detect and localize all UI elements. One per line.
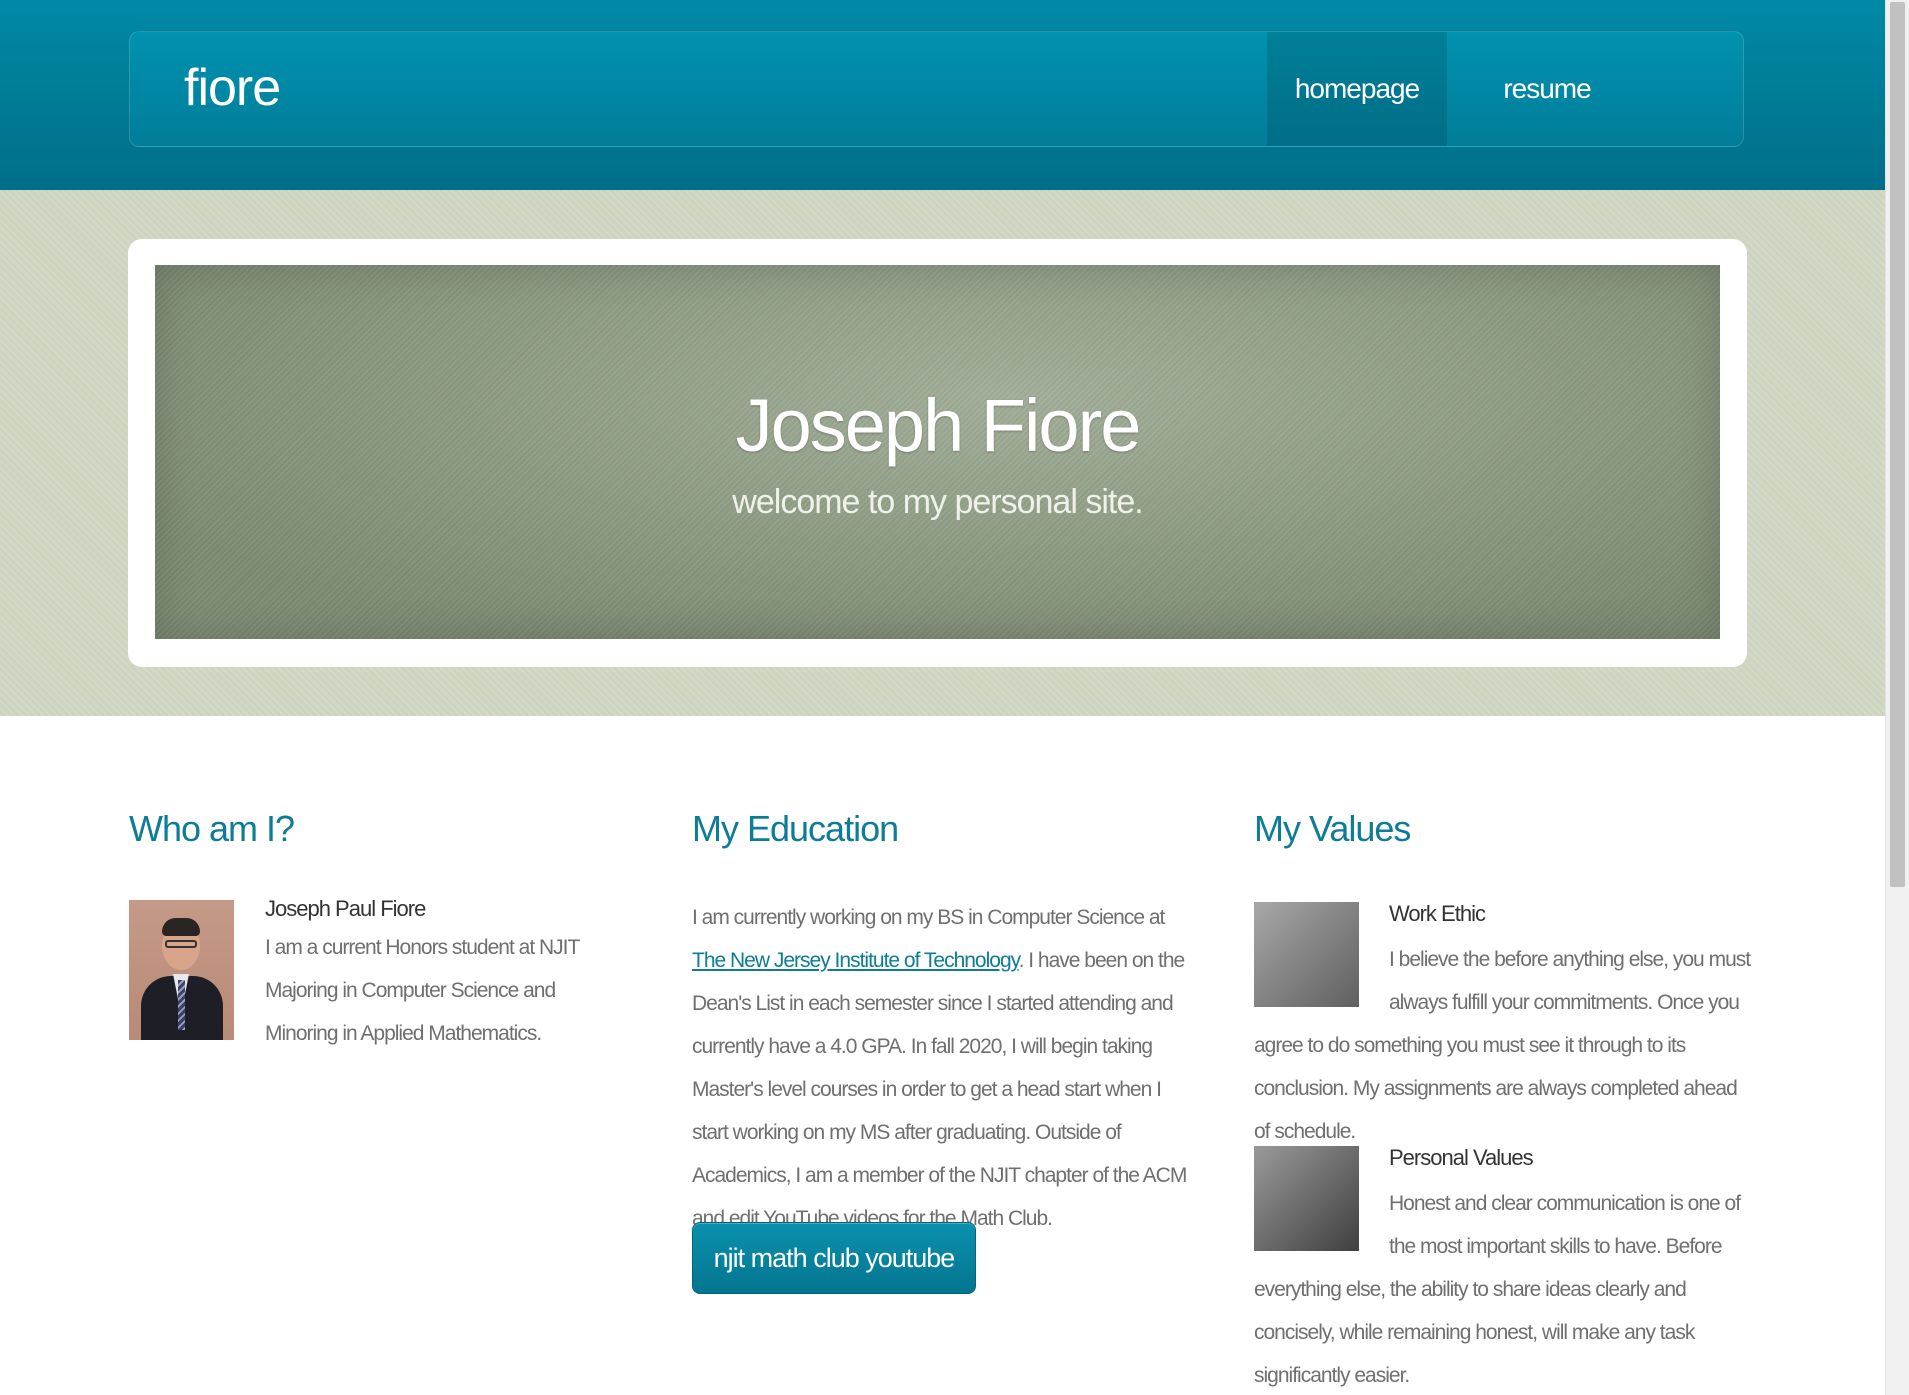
who-column: Who am I? Joseph Paul Fiore I am a curre… [129, 808, 629, 1045]
page: fiore homepage resume Joseph Fiore welco… [0, 0, 1885, 1395]
who-text: Joseph Paul Fiore I am a current Honors … [265, 896, 629, 1055]
header: fiore homepage resume [0, 0, 1885, 190]
banner-title: Joseph Fiore [735, 384, 1142, 467]
value-item: Personal Values Honest and clear communi… [1254, 1144, 1754, 1395]
nav-item-resume[interactable]: resume [1447, 32, 1647, 146]
who-heading: Who am I? [129, 808, 295, 849]
nav-item-homepage[interactable]: homepage [1267, 32, 1447, 146]
banner: Joseph Fiore welcome to my personal site… [155, 265, 1720, 639]
vertical-scrollbar[interactable] [1885, 0, 1909, 1395]
profile-photo [129, 900, 234, 1040]
value-image [1254, 902, 1359, 1007]
education-column: My Education I am currently working on m… [692, 808, 1192, 1294]
values-column: My Values Work Ethic I believe the befor… [1254, 808, 1754, 1387]
njit-link[interactable]: The New Jersey Institute of Technology [692, 949, 1020, 972]
value-item: Work Ethic I believe the before anything… [1254, 900, 1754, 1153]
education-text-end: . I have been on the Dean's List in each… [692, 949, 1187, 1230]
value-image [1254, 1146, 1359, 1251]
profile-description: I am a current Honors student at NJIT Ma… [265, 936, 580, 1045]
site-logo[interactable]: fiore [184, 58, 281, 118]
math-club-youtube-button[interactable]: njit math club youtube [692, 1222, 976, 1294]
values-heading: My Values [1254, 808, 1411, 849]
scrollbar-thumb[interactable] [1890, 2, 1905, 887]
profile-name: Joseph Paul Fiore [265, 896, 426, 921]
education-heading: My Education [692, 808, 899, 849]
navbar: fiore homepage resume [129, 31, 1744, 147]
education-text: I am currently working on my BS in Compu… [692, 896, 1192, 1240]
banner-subtitle: welcome to my personal site. [732, 483, 1143, 521]
education-text-start: I am currently working on my BS in Compu… [692, 906, 1165, 929]
